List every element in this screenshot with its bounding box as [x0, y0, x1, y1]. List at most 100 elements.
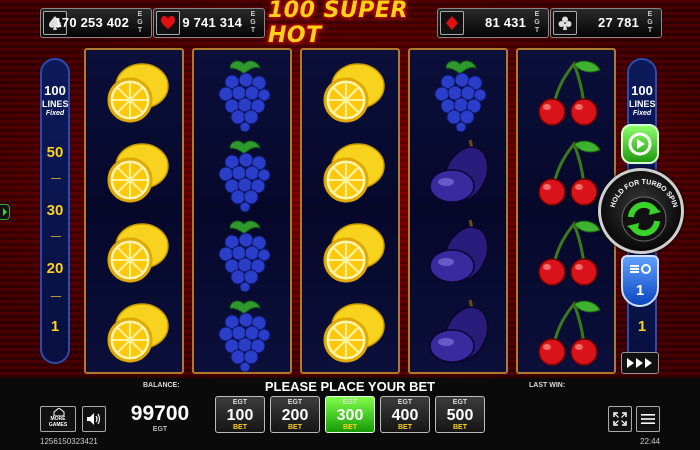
bet-currency: EGT	[397, 399, 413, 406]
fast-forward-icon	[627, 358, 652, 368]
line-marker: 30	[46, 202, 64, 219]
jackpot-amount: 81 431	[485, 15, 526, 30]
cherry-symbol	[528, 296, 608, 372]
lemon-symbol	[96, 136, 176, 212]
sound-button[interactable]	[82, 406, 106, 432]
bet-suffix: BET	[343, 424, 357, 431]
reel-3	[300, 48, 400, 374]
lemon-symbol	[312, 216, 392, 292]
bet-button-500[interactable]: EGT 500 BET	[435, 396, 485, 433]
line-tick	[51, 296, 61, 297]
line-tick	[51, 178, 61, 179]
grapes-symbol	[204, 56, 284, 133]
plum-symbol	[420, 216, 500, 292]
speaker-icon	[87, 413, 101, 425]
bet-value: 300	[336, 407, 364, 424]
spin-button[interactable]: HOLD FOR TURBO SPIN	[598, 168, 684, 254]
grapes-symbol	[204, 216, 284, 293]
lemon-symbol	[96, 56, 176, 132]
bet-value: 400	[391, 407, 419, 424]
lines-mode: Fixed	[632, 110, 652, 117]
bet-multiplier-value: 1	[635, 282, 645, 299]
jackpot-amount: 9 741 314	[182, 15, 242, 30]
bet-button-100[interactable]: EGT 100 BET	[215, 396, 265, 433]
bet-button-200[interactable]: EGT 200 BET	[270, 396, 320, 433]
lines-label: LINES	[42, 99, 69, 109]
diamond-icon	[440, 11, 464, 35]
last-win-label: LAST WIN:	[529, 382, 566, 389]
jackpot-amount: 170 253 402	[54, 15, 129, 30]
spin-hint: HOLD FOR TURBO SPIN	[610, 179, 678, 242]
cherry-symbol	[528, 136, 608, 212]
balance-currency: EGT	[152, 426, 168, 433]
gamble-button[interactable]	[621, 124, 659, 164]
lemon-symbol	[312, 296, 392, 372]
jackpot-hearts: 9 741 314 EGT	[153, 8, 265, 38]
reel-1	[84, 48, 184, 374]
bet-currency: EGT	[287, 399, 303, 406]
lines-mode: Fixed	[45, 110, 65, 117]
plum-symbol	[420, 136, 500, 212]
bet-suffix: BET	[453, 424, 467, 431]
lemon-symbol	[96, 216, 176, 292]
bet-button-400[interactable]: EGT 400 BET	[380, 396, 430, 433]
line-marker: 20	[46, 260, 64, 277]
lines-count: 100	[631, 83, 653, 98]
club-icon	[553, 11, 577, 35]
menu-button[interactable]	[636, 406, 660, 432]
jackpot-currency: EGT	[647, 11, 653, 34]
more-games-button[interactable]: MORE GAMES	[40, 406, 76, 432]
line-marker: 50	[46, 144, 64, 161]
bet-value: 500	[446, 407, 474, 424]
autoplay-button[interactable]	[621, 352, 659, 374]
jackpot-currency: EGT	[137, 11, 143, 34]
clock: 22:44	[640, 437, 661, 446]
bet-currency: EGT	[232, 399, 248, 406]
bet-currency: EGT	[452, 399, 468, 406]
bet-suffix: BET	[398, 424, 412, 431]
fullscreen-icon	[613, 412, 627, 426]
lemon-symbol	[312, 56, 392, 132]
side-menu-arrow[interactable]	[0, 204, 10, 220]
hamburger-icon	[641, 414, 655, 424]
grapes-symbol	[420, 56, 500, 133]
bet-suffix: BET	[288, 424, 302, 431]
bet-multiplier-button[interactable]: 1	[621, 255, 659, 307]
grapes-symbol	[204, 296, 284, 373]
grapes-symbol	[204, 136, 284, 213]
bet-button-300[interactable]: EGT 300 BET	[325, 396, 375, 433]
fullscreen-button[interactable]	[608, 406, 632, 432]
lines-panel-left: 100 LINES Fixed 50 30 20 1	[40, 58, 70, 364]
bet-suffix: BET	[233, 424, 247, 431]
jackpot-amount: 27 781	[598, 15, 639, 30]
plum-symbol	[420, 296, 500, 372]
lemon-symbol	[96, 296, 176, 372]
jackpot-currency: EGT	[250, 11, 256, 34]
bet-value: 100	[226, 407, 254, 424]
jackpot-diamonds: 81 431 EGT	[437, 8, 549, 38]
status-message: PLEASE PLACE YOUR BET	[264, 379, 436, 394]
lemon-symbol	[312, 136, 392, 212]
home-icon	[53, 408, 65, 416]
cherry-symbol	[528, 216, 608, 292]
play-circle-icon	[628, 132, 652, 156]
heart-icon	[156, 11, 180, 35]
chevron-right-icon	[2, 208, 7, 216]
jackpot-bar: 170 253 402 EGT 9 741 314 EGT 100 SUPER …	[0, 0, 700, 48]
line-marker: 1	[637, 318, 647, 335]
line-tick	[51, 236, 61, 237]
reel-4	[408, 48, 508, 374]
bet-value: 200	[281, 407, 309, 424]
bet-currency: EGT	[342, 399, 358, 406]
line-marker: 1	[50, 318, 60, 335]
more-games-label: MORE GAMES	[48, 416, 68, 428]
session-id: 1256150323421	[40, 437, 98, 446]
game-title: 100 SUPER HOT	[268, 0, 408, 48]
lines-label: LINES	[629, 99, 656, 109]
reel-2	[192, 48, 292, 374]
lines-count: 100	[44, 83, 66, 98]
balance-value: 99700	[130, 402, 190, 425]
coins-gear-icon	[630, 264, 651, 274]
jackpot-spades: 170 253 402 EGT	[40, 8, 152, 38]
jackpot-clubs: 27 781 EGT	[550, 8, 662, 38]
